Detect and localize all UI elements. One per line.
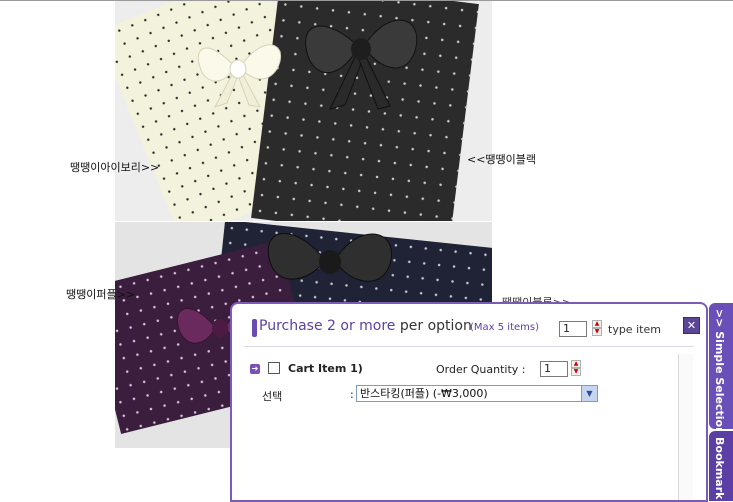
tab-simple-selection-label: >> Simple Selection <box>713 309 726 435</box>
option-select-colon: : <box>350 388 354 401</box>
order-quantity-stepper[interactable]: ▲ ▼ <box>571 360 581 378</box>
type-item-label: type item <box>608 323 661 336</box>
cart-item-label: Cart Item 1) <box>288 362 363 375</box>
option-select-value: 반스타킹(퍼플) (-₩3,000) <box>360 387 488 400</box>
header-accent-bar <box>252 319 257 337</box>
cart-item-checkbox[interactable] <box>268 362 280 374</box>
order-quantity-label: Order Quantity : <box>436 363 526 376</box>
caption-ivory: 땡땡이아이보리>> <box>70 161 160 174</box>
panel-title-main: Purchase 2 or more <box>259 318 396 334</box>
tab-bookmark[interactable]: Bookmark <box>709 431 733 501</box>
tab-simple-selection[interactable]: >> Simple Selection <box>709 303 733 435</box>
tab-bookmark-label: Bookmark <box>713 437 726 500</box>
stepper-up-icon[interactable]: ▲ <box>571 360 581 368</box>
order-quantity-input[interactable]: 1 <box>540 361 568 377</box>
black-ribbon-bow <box>305 19 418 110</box>
panel-header: Purchase 2 or more per option (Max 5 ite… <box>232 304 706 348</box>
type-quantity-stepper[interactable]: ▲ ▼ <box>592 320 602 338</box>
stepper-down-icon[interactable]: ▼ <box>592 328 602 336</box>
type-quantity-input[interactable]: 1 <box>559 321 587 337</box>
product-photo-ivory-black <box>115 1 492 221</box>
black-satin-bow <box>267 233 392 282</box>
option-select-label: 선택 <box>262 390 283 403</box>
chevron-down-icon[interactable]: ▼ <box>581 386 597 401</box>
arrow-right-icon: ➔ <box>250 364 260 374</box>
panel-scrollbar[interactable] <box>678 354 693 500</box>
stepper-down-icon[interactable]: ▼ <box>571 368 581 376</box>
max-items-note: (Max 5 items) <box>470 322 539 333</box>
purchase-option-panel: Purchase 2 or more per option (Max 5 ite… <box>230 302 708 502</box>
panel-title-suffix: per option <box>395 318 472 334</box>
ivory-ribbon-bow <box>197 44 282 108</box>
option-select[interactable]: 반스타킹(퍼플) (-₩3,000) ▼ <box>356 385 598 402</box>
stepper-up-icon[interactable]: ▲ <box>592 320 602 328</box>
panel-title: Purchase 2 or more per option <box>259 318 472 334</box>
caption-purple: 땡땡이퍼플>> <box>66 288 136 301</box>
caption-black: <<땡땡이블랙 <box>467 153 537 166</box>
close-button[interactable]: ✕ <box>683 317 700 334</box>
header-divider <box>244 346 694 347</box>
